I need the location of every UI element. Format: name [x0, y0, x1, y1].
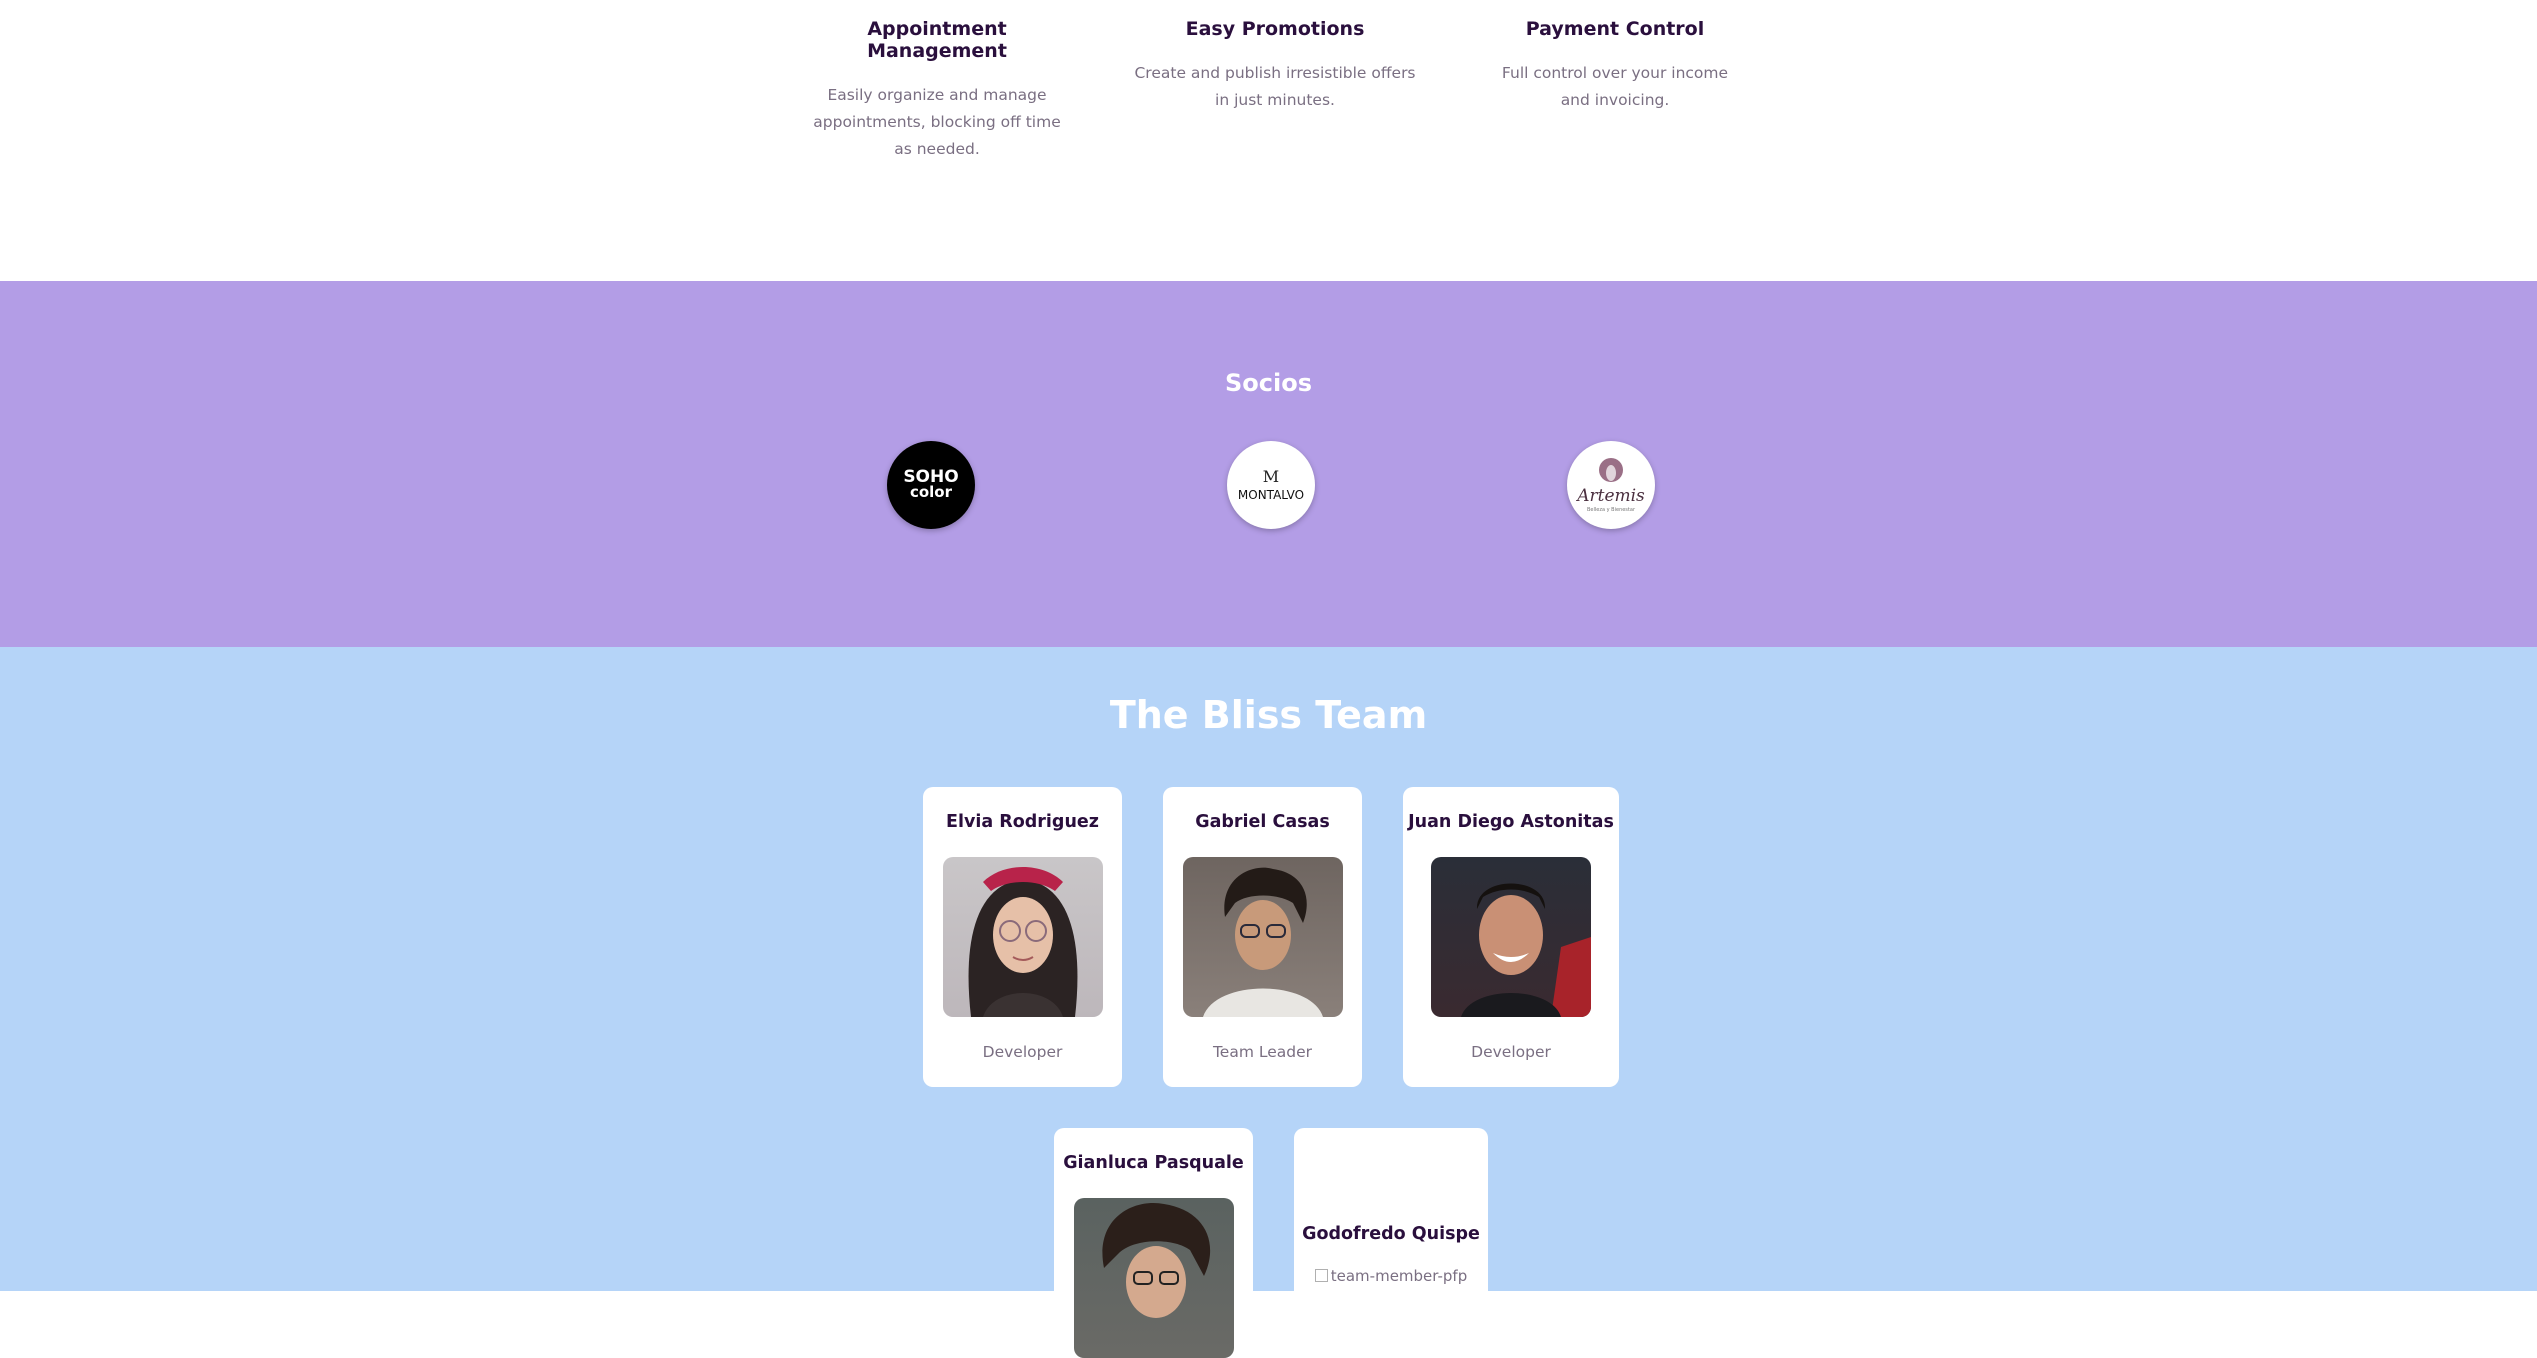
- features-section: Appointment Management Easily organize a…: [0, 0, 2537, 281]
- montalvo-logo-text: MONTALVO: [1237, 488, 1305, 502]
- feature-title: Easy Promotions: [1185, 18, 1365, 40]
- team-card-gabriel-casas: Gabriel Casas Team Leader: [1163, 787, 1362, 1087]
- feature-title: Appointment Management: [867, 18, 1007, 62]
- montalvo-logo: M MONTALVO: [1227, 441, 1315, 529]
- member-name: Juan Diego Astonitas: [1408, 812, 1614, 832]
- broken-image-placeholder: team-member-pfp: [1294, 1267, 1488, 1285]
- team-card-godofredo-quispe: Godofredo Quispe team-member-pfp: [1294, 1128, 1488, 1328]
- member-role: Developer: [982, 1043, 1063, 1061]
- soho-logo-line2: color: [909, 483, 953, 501]
- team-card-gianluca-pasquale: Gianluca Pasquale: [1054, 1128, 1253, 1358]
- broken-image-icon: [1314, 1269, 1328, 1282]
- artemis-logo-subtext: Belleza y Bienestar: [1586, 507, 1635, 513]
- avatar-illustration-icon: [1102, 1202, 1211, 1318]
- soho-color-logo: SOHO color: [887, 441, 975, 529]
- member-photo: [943, 857, 1103, 1017]
- member-name: Gianluca Pasquale: [1063, 1153, 1244, 1173]
- avatar-illustration-icon: [1461, 883, 1591, 1017]
- artemis-logo: Artemis Belleza y Bienestar: [1567, 441, 1655, 529]
- member-photo-alt-text: team-member-pfp: [1330, 1267, 1468, 1285]
- team-card-juan-diego-astonitas: Juan Diego Astonitas Developer: [1403, 787, 1619, 1087]
- feature-description: Create and publish irresistible offers i…: [1134, 64, 1416, 109]
- feature-description: Easily organize and manage appointments,…: [813, 86, 1061, 158]
- member-photo: [1074, 1198, 1234, 1358]
- member-role: Developer: [1471, 1043, 1551, 1061]
- member-role: Team Leader: [1212, 1043, 1313, 1061]
- feature-description: Full control over your income and invoic…: [1501, 64, 1729, 109]
- member-photo: [1431, 857, 1591, 1017]
- team-title: The Bliss Team: [1109, 693, 1428, 737]
- member-photo: [1183, 857, 1343, 1017]
- feature-easy-promotions: Easy Promotions Create and publish irres…: [1125, 18, 1425, 114]
- avatar-illustration-icon: [968, 867, 1078, 1017]
- montalvo-mark-icon: M: [1262, 467, 1280, 486]
- artemis-logo-text: Artemis: [1577, 486, 1645, 506]
- member-name: Elvia Rodriguez: [946, 812, 1099, 832]
- feature-title: Payment Control: [1525, 18, 1705, 40]
- artemis-emblem-icon: [1599, 458, 1623, 482]
- feature-appointment-management: Appointment Management Easily organize a…: [797, 18, 1077, 163]
- feature-payment-control: Payment Control Full control over your i…: [1475, 18, 1755, 114]
- member-name: Gabriel Casas: [1195, 812, 1330, 832]
- partners-section: Socios SOHO color M MONTALVO Artemis Bel…: [0, 281, 2537, 647]
- team-section: The Bliss Team Elvia Rodriguez Developer…: [0, 647, 2537, 1358]
- partners-title: Socios: [1225, 369, 1312, 397]
- member-name: Godofredo Quispe: [1302, 1224, 1480, 1244]
- team-card-elvia-rodriguez: Elvia Rodriguez Developer: [923, 787, 1122, 1087]
- avatar-illustration-icon: [1203, 867, 1323, 1017]
